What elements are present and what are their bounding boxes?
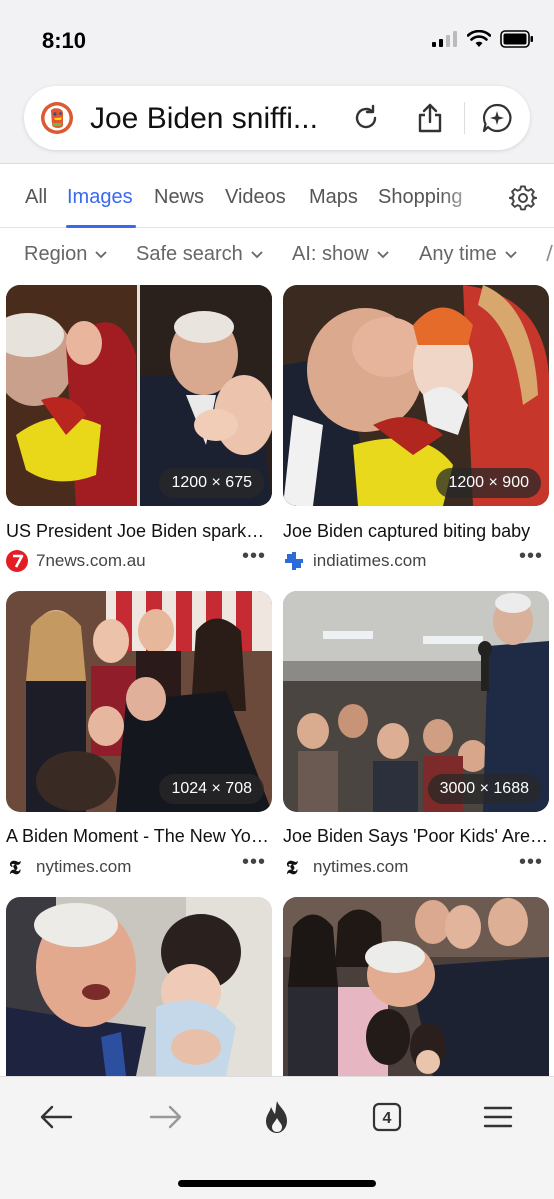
filter-label: Any time: [419, 243, 497, 265]
source-domain: indiatimes.com: [313, 551, 427, 570]
svg-text:𝕿: 𝕿: [286, 857, 298, 878]
source-domain: 7news.com.au: [36, 551, 146, 570]
image-result[interactable]: 3000 × 1688 Joe Biden Says 'Poor Kids' A…: [283, 591, 549, 881]
filter-more[interactable]: [546, 243, 554, 263]
image-result[interactable]: 1024 × 708 A Biden Moment - The New York…: [6, 591, 272, 881]
result-source[interactable]: 𝕿 nytimes.com •••: [283, 851, 549, 879]
filter-region[interactable]: Region: [24, 243, 108, 266]
result-source[interactable]: 7news.com.au •••: [6, 545, 272, 573]
photo-biden-children-group: [283, 897, 549, 1076]
more-options-icon[interactable]: •••: [519, 545, 543, 568]
result-thumbnail[interactable]: 1200 × 675: [6, 285, 272, 506]
filter-safe-search[interactable]: Safe search: [136, 243, 263, 266]
image-dimensions: 3000 × 1688: [427, 774, 541, 804]
home-indicator: [178, 1180, 376, 1187]
tabs-fade: [440, 164, 490, 227]
forward-arrow-icon[interactable]: [146, 1097, 186, 1137]
search-tabs: All Images News Videos Maps Shopping: [0, 164, 554, 228]
tab-videos[interactable]: Videos: [225, 186, 286, 209]
filter-ai[interactable]: AI: show: [292, 243, 389, 266]
result-thumbnail[interactable]: [283, 897, 549, 1076]
image-result[interactable]: 1200 × 900 Joe Biden captured biting bab…: [283, 285, 549, 575]
tab-all[interactable]: All: [25, 186, 47, 209]
battery-icon: [500, 30, 534, 53]
reload-icon[interactable]: [348, 100, 384, 136]
nytimes-icon: 𝕿: [283, 856, 305, 878]
tab-images[interactable]: Images: [67, 186, 133, 209]
filter-label: AI: show: [292, 243, 369, 265]
result-thumbnail[interactable]: 3000 × 1688: [283, 591, 549, 812]
7news-icon: [6, 550, 28, 572]
duckduckgo-logo[interactable]: [40, 101, 74, 135]
share-icon[interactable]: [412, 100, 448, 136]
result-thumbnail[interactable]: [6, 897, 272, 1076]
menu-icon[interactable]: [478, 1097, 518, 1137]
result-source[interactable]: indiatimes.com •••: [283, 545, 549, 573]
search-bar-divider: [464, 102, 465, 134]
active-tab-indicator: [66, 225, 136, 228]
ai-chat-icon[interactable]: [479, 100, 515, 136]
status-bar: 8:10: [0, 0, 554, 80]
wifi-icon: [466, 29, 492, 53]
more-options-icon[interactable]: •••: [519, 851, 543, 874]
chevron-down-icon: [377, 250, 389, 258]
back-arrow-icon[interactable]: [36, 1097, 76, 1137]
filter-label: Region: [24, 243, 88, 265]
bottom-toolbar: 4: [0, 1076, 554, 1199]
more-options-icon[interactable]: •••: [242, 545, 266, 568]
fire-icon[interactable]: [257, 1097, 297, 1137]
filter-row: Region Safe search AI: show Any time: [0, 230, 554, 278]
result-caption[interactable]: US President Joe Biden sparks outrage: [6, 521, 272, 542]
settings-gear-icon[interactable]: [508, 184, 538, 212]
nytimes-icon: 𝕿: [6, 856, 28, 878]
search-query[interactable]: Joe Biden sniffi...: [90, 102, 352, 136]
chevron-down-icon: [95, 250, 108, 258]
more-options-icon[interactable]: •••: [242, 851, 266, 874]
browser-header: 8:10 Joe Biden sniffi...: [0, 0, 554, 164]
chevron-down-icon: [505, 250, 517, 258]
status-icons: [432, 29, 534, 53]
photo-biden-holding-baby: [6, 897, 272, 1076]
search-bar[interactable]: Joe Biden sniffi...: [24, 86, 530, 150]
source-domain: nytimes.com: [313, 857, 409, 876]
result-caption[interactable]: Joe Biden Says 'Poor Kids' Are Just as B…: [283, 826, 549, 847]
image-dimensions: 1024 × 708: [159, 774, 264, 804]
tabs-icon[interactable]: 4: [367, 1097, 407, 1137]
image-dimensions: 1200 × 900: [436, 468, 541, 498]
result-caption[interactable]: Joe Biden captured biting baby: [283, 521, 549, 542]
result-source[interactable]: 𝕿 nytimes.com •••: [6, 851, 272, 879]
filter-any-time[interactable]: Any time: [419, 243, 517, 266]
status-time: 8:10: [42, 28, 87, 53]
result-caption[interactable]: A Biden Moment - The New York Times: [6, 826, 272, 847]
tab-maps[interactable]: Maps: [309, 186, 358, 209]
image-dimensions: 1200 × 675: [159, 468, 264, 498]
tab-news[interactable]: News: [154, 186, 204, 209]
result-thumbnail[interactable]: 1200 × 900: [283, 285, 549, 506]
svg-text:𝕿: 𝕿: [9, 857, 21, 878]
image-result[interactable]: [6, 897, 272, 1076]
filter-label: Safe search: [136, 243, 243, 265]
source-domain: nytimes.com: [36, 857, 132, 876]
indiatimes-icon: [283, 550, 305, 572]
image-result[interactable]: [283, 897, 549, 1076]
result-thumbnail[interactable]: 1024 × 708: [6, 591, 272, 812]
image-result[interactable]: 1200 × 675 US President Joe Biden sparks…: [6, 285, 272, 575]
signal-icon: [432, 31, 458, 52]
chevron-down-icon: [251, 250, 263, 258]
tab-count: 4: [383, 1110, 392, 1127]
